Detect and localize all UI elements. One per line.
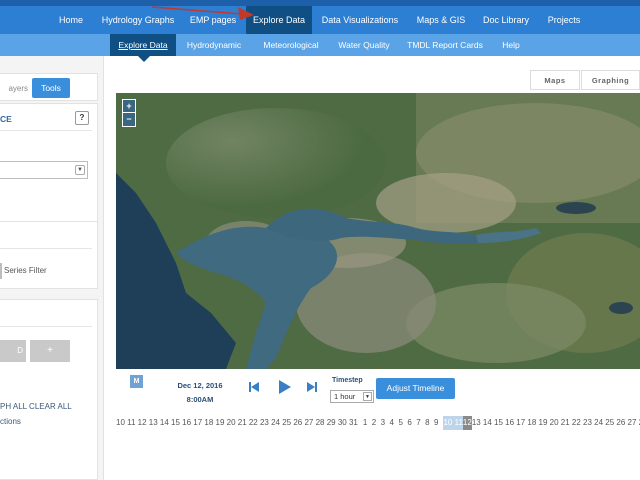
- nav-maps-gis[interactable]: Maps & GIS: [410, 6, 472, 34]
- chevron-down-icon: ▼: [363, 392, 372, 401]
- adjust-timeline-button[interactable]: Adjust Timeline: [376, 378, 455, 399]
- nav-doc-library[interactable]: Doc Library: [476, 6, 536, 34]
- subnav-hydrodynamic[interactable]: Hydrodynamic: [180, 34, 248, 56]
- tab-layers[interactable]: ayers: [0, 80, 30, 98]
- timeline-days-strip[interactable]: 10 11 12 13 14 15 16 17 18 19 20 21 22 2…: [116, 416, 640, 430]
- current-time: 8:00AM: [186, 395, 214, 404]
- active-caret: [138, 56, 150, 62]
- map-imagery: [116, 93, 640, 369]
- zoom-out-button[interactable]: −: [123, 113, 135, 126]
- chevron-down-icon: ▼: [75, 165, 85, 175]
- sub-navigation: Explore Data Hydrodynamic Meteorological…: [0, 34, 640, 62]
- nav-data-visualizations[interactable]: Data Visualizations: [316, 6, 404, 34]
- timestep-value: 1 hour: [334, 392, 356, 401]
- days-highlighted[interactable]: 10 11: [443, 416, 463, 430]
- graph-all-clear-all-links[interactable]: PH ALL CLEAR ALL: [0, 402, 72, 411]
- skip-forward-icon[interactable]: [305, 380, 319, 394]
- days-after[interactable]: 13 14 15 16 17 18 19 20 21 22 23 24 25 2…: [472, 416, 640, 430]
- timestep-label: Timestep: [332, 377, 363, 384]
- subnav-tmdl-report-cards[interactable]: TMDL Report Cards: [402, 34, 488, 56]
- timestep-select[interactable]: 1 hour ▼: [330, 390, 374, 403]
- zoom-control: + −: [122, 99, 136, 127]
- top-navigation: Home Hydrology Graphs EMP pages Explore …: [0, 0, 640, 34]
- divider: [0, 326, 92, 327]
- add-series-button[interactable]: D: [0, 340, 26, 362]
- source-select[interactable]: ▼: [0, 161, 88, 179]
- play-icon[interactable]: [276, 379, 292, 395]
- nav-home[interactable]: Home: [50, 6, 92, 34]
- help-button[interactable]: ?: [75, 111, 89, 125]
- tab-maps[interactable]: Maps: [530, 70, 580, 90]
- annotation-arrow: [151, 6, 254, 20]
- subnav-explore-data[interactable]: Explore Data: [110, 34, 176, 56]
- days-middle[interactable]: 1 2 3 4 5 6 7 8 9: [363, 416, 439, 430]
- current-date: Dec 12, 2016: [177, 381, 223, 390]
- satellite-map[interactable]: [116, 93, 640, 369]
- divider: [0, 130, 92, 131]
- timeline-m-button[interactable]: M: [130, 375, 143, 388]
- panel-title: CE: [0, 114, 12, 124]
- sidebar: ayers Tools CE ? ▼ Series Filter D + PH …: [0, 56, 104, 480]
- subnav-help[interactable]: Help: [494, 34, 528, 56]
- plus-button[interactable]: +: [30, 340, 70, 362]
- tab-graphing[interactable]: Graphing: [581, 70, 640, 90]
- nav-projects[interactable]: Projects: [540, 6, 588, 34]
- days-before[interactable]: 10 11 12 13 14 15 16 17 18 19 20 21 22 2…: [116, 416, 358, 430]
- nav-explore-data[interactable]: Explore Data: [246, 6, 312, 34]
- divider: [0, 248, 92, 249]
- actions-text: ctions: [0, 417, 21, 426]
- subnav-water-quality[interactable]: Water Quality: [332, 34, 396, 56]
- tab-tools[interactable]: Tools: [32, 78, 70, 98]
- skip-back-icon[interactable]: [247, 380, 261, 394]
- series-filter-toggle[interactable]: Series Filter: [0, 263, 70, 279]
- zoom-in-button[interactable]: +: [123, 100, 135, 113]
- day-selected[interactable]: 12: [462, 416, 472, 430]
- subnav-meteorological[interactable]: Meteorological: [256, 34, 326, 56]
